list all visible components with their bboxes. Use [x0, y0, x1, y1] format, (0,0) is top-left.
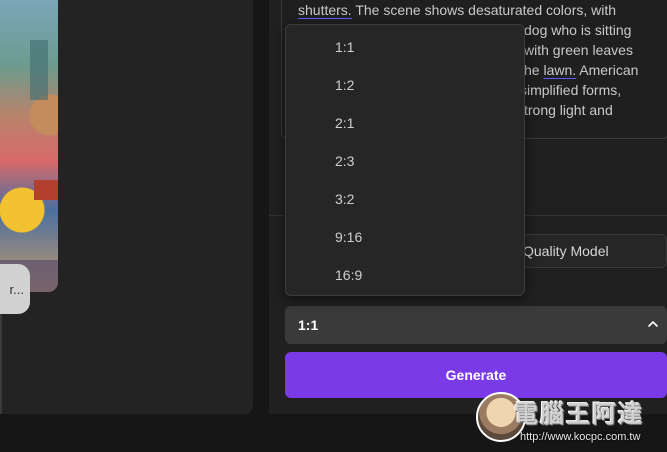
- site-watermark: 電腦王阿達 http://www.kocpc.com.tw: [476, 392, 664, 448]
- chip-label: r...: [9, 281, 24, 297]
- aspect-ratio-option[interactable]: 3:2: [286, 180, 524, 218]
- aspect-ratio-option[interactable]: 2:3: [286, 142, 524, 180]
- aspect-ratio-option[interactable]: 1:2: [286, 66, 524, 104]
- aspect-ratio-option[interactable]: 16:9: [286, 256, 524, 294]
- prompt-line: shutters. The scene shows desaturated co…: [298, 0, 664, 20]
- chevron-up-icon: [647, 317, 659, 333]
- prompt-line-text: trong light and: [524, 102, 613, 118]
- image-detail: [34, 180, 58, 200]
- prompt-line-text: he: [524, 62, 544, 78]
- aspect-ratio-value: 1:1: [298, 317, 319, 333]
- prompt-line-text: dog who is sitting: [524, 22, 632, 38]
- aspect-ratio-option[interactable]: 2:1: [286, 104, 524, 142]
- generated-image-preview[interactable]: [0, 0, 58, 292]
- watermark-url: http://www.kocpc.com.tw: [520, 431, 641, 443]
- aspect-ratio-option[interactable]: 9:16: [286, 218, 524, 256]
- prompt-line-text: The scene shows desaturated colors, with: [351, 2, 617, 18]
- model-select-label: Quality Model: [523, 243, 609, 259]
- prompt-line-text: simplified forms,: [520, 82, 622, 98]
- prompt-word-underlined: lawn.: [543, 62, 577, 78]
- image-panel: r...: [0, 0, 253, 414]
- prompt-line-text: with green leaves: [524, 42, 633, 58]
- image-detail: [30, 40, 48, 100]
- prompt-word-underlined: shutters.: [298, 2, 352, 18]
- watermark-title: 電腦王阿達: [514, 400, 644, 428]
- prompt-line-text: American: [576, 62, 639, 78]
- truncated-chip[interactable]: r...: [0, 264, 30, 314]
- aspect-ratio-select[interactable]: 1:1: [285, 306, 667, 344]
- aspect-ratio-option[interactable]: 1:1: [286, 28, 524, 66]
- aspect-ratio-dropdown: 1:1 1:2 2:1 2:3 3:2 9:16 16:9: [285, 24, 525, 296]
